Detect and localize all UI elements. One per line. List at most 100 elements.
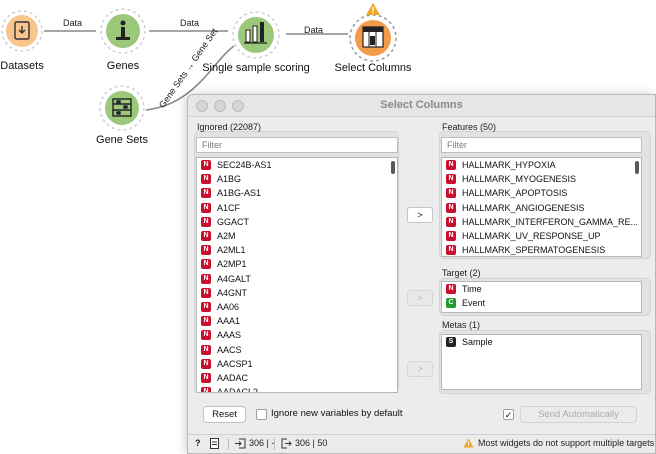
window-title: Select Columns [380,99,463,111]
move-to-features-button[interactable]: > [407,207,433,223]
send-automatically-checkbox[interactable]: ✓ [503,409,514,420]
features-label: Features (50) [442,122,497,132]
node-genes[interactable] [100,8,146,54]
variable-name: A1CF [217,202,241,213]
node-label-scoring: Single sample scoring [202,62,310,74]
list-item[interactable]: N HALLMARK_SPERMATOGENESIS [442,243,641,256]
list-item[interactable]: N GGACT [197,215,397,229]
variable-type-icon: N [201,316,211,327]
variable-name: HALLMARK_APOPTOSIS [462,188,568,199]
list-item[interactable]: N A1BG-AS1 [197,186,397,200]
variable-type-icon: N [201,160,211,171]
ignored-list[interactable]: N SEC24B-AS1 N A1BG N A1BG-AS1 N A1CF N GGACT N A2M… [196,157,398,393]
list-item[interactable]: N AAA1 [197,314,397,328]
variable-name: Time [462,284,482,295]
metas-list[interactable]: S Sample [441,334,642,390]
node-gene-sets[interactable] [99,85,145,131]
move-to-metas-button[interactable]: > [407,361,433,377]
variable-type-icon: N [446,160,456,171]
status-separator [274,438,275,450]
variable-name: AACSP1 [217,358,253,369]
status-warning-text[interactable]: Most widgets do not support multiple tar… [478,438,654,448]
list-item[interactable]: N HALLMARK_INTERFERON_GAMMA_RE... [442,215,641,229]
link-label: Data [180,18,200,28]
list-item[interactable]: S Sample [442,335,641,349]
list-item[interactable]: N A2MP1 [197,257,397,271]
list-item[interactable]: N A1BG [197,172,397,186]
list-item[interactable]: N SEC24B-AS1 [197,158,397,172]
report-icon[interactable] [210,438,219,451]
variable-name: GGACT [217,216,250,227]
variable-name: AADACL2 [217,387,259,393]
help-icon[interactable]: ? [195,438,201,448]
variable-type-icon: N [201,259,211,270]
variable-name: HALLMARK_SPERMATOGENESIS [462,245,606,256]
list-item[interactable]: C Event [442,296,641,310]
node-label-select-columns: Select Columns [334,62,412,74]
variable-type-icon: N [201,330,211,341]
list-item[interactable]: N AAAS [197,328,397,342]
send-automatically-button[interactable]: Send Automatically [520,406,637,423]
list-item[interactable]: N AADAC [197,371,397,385]
list-item[interactable]: N A2M [197,229,397,243]
ignore-new-checkbox[interactable] [256,409,267,420]
list-item[interactable]: N AACS [197,342,397,356]
list-item[interactable]: N A1CF [197,201,397,215]
variable-type-icon: S [446,337,456,348]
list-item[interactable]: N AACSP1 [197,357,397,371]
list-item[interactable]: N A4GNT [197,286,397,300]
list-item[interactable]: N HALLMARK_ANGIOGENESIS [442,201,641,215]
variable-type-icon: N [201,344,211,355]
node-label-genes: Genes [106,60,140,72]
move-to-target-button[interactable]: > [407,290,433,306]
list-item[interactable]: N A4GALT [197,272,397,286]
warning-triangle-icon [366,3,380,15]
variable-type-icon: N [201,387,211,392]
variable-type-icon: C [446,298,456,309]
features-list[interactable]: N HALLMARK_HYPOXIA N HALLMARK_MYOGENESIS N HA… [441,157,642,257]
variable-type-icon: N [446,174,456,185]
output-summary[interactable]: 306 | 50 [295,438,327,448]
variable-type-icon: N [201,216,211,227]
variable-type-icon: N [201,358,211,369]
variable-name: HALLMARK_UV_RESPONSE_UP [462,231,601,242]
list-item[interactable]: N HALLMARK_UV_RESPONSE_UP [442,229,641,243]
ignored-scrollbar[interactable] [391,161,395,174]
features-filter-input[interactable]: Filter [441,137,642,153]
variable-name: A2ML1 [217,245,246,256]
variable-type-icon: N [201,188,211,199]
variable-name: SEC24B-AS1 [217,160,272,171]
features-scrollbar[interactable] [635,161,639,174]
node-single-sample-scoring[interactable] [232,11,280,59]
variable-type-icon: N [201,287,211,298]
variable-type-icon: N [201,372,211,383]
list-item[interactable]: N HALLMARK_APOPTOSIS [442,186,641,200]
reset-button[interactable]: Reset [203,406,246,423]
node-select-columns[interactable] [349,3,397,62]
title-bar[interactable]: Select Columns [188,95,655,117]
ignored-filter-input[interactable]: Filter [196,137,398,153]
list-item[interactable]: N HALLMARK_HYPOXIA [442,158,641,172]
link-label: Data [63,18,83,28]
target-list[interactable]: N Time C Event [441,281,642,313]
list-item[interactable]: N AADACL2 [197,385,397,393]
variable-name: Sample [462,337,493,348]
status-bar: ? 306 | - 306 | 50 Most widgets do not s… [188,434,655,453]
variable-name: HALLMARK_ANGIOGENESIS [462,202,585,213]
variable-type-icon: N [446,231,456,242]
list-item[interactable]: N A2ML1 [197,243,397,257]
select-columns-icon [362,26,384,48]
list-item[interactable]: N Time [442,282,641,296]
node-datasets[interactable] [1,10,43,52]
variable-type-icon: N [446,245,456,256]
variable-name: HALLMARK_MYOGENESIS [462,174,577,185]
variable-name: HALLMARK_HYPOXIA [462,160,556,171]
list-item[interactable]: N AA06 [197,300,397,314]
input-icon [235,438,246,451]
ignore-new-label: Ignore new variables by default [271,408,403,419]
node-label-gene-sets: Gene Sets [96,134,148,146]
variable-name: AAAS [217,330,242,341]
list-item[interactable]: N HALLMARK_MYOGENESIS [442,172,641,186]
input-summary[interactable]: 306 | - [249,438,274,448]
variable-name: A2M [217,231,236,242]
